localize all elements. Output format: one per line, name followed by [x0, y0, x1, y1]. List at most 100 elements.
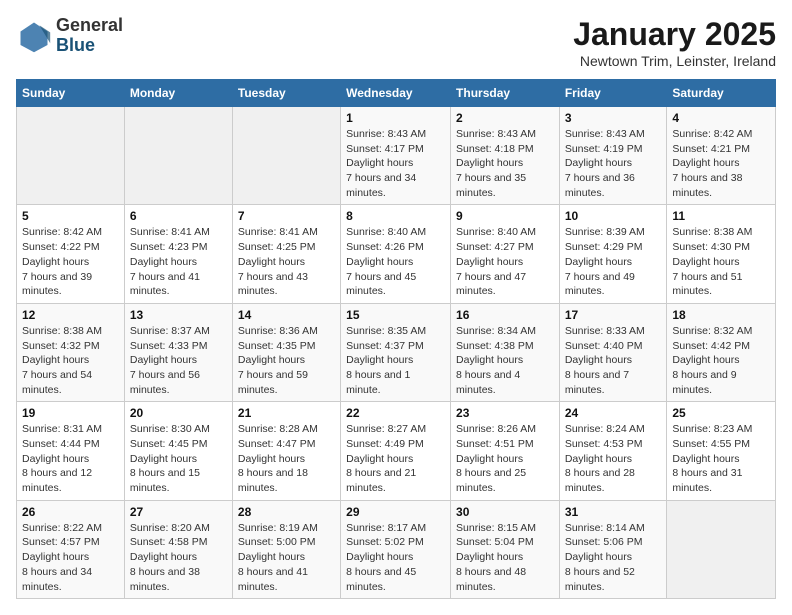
calendar-cell: 13 Sunrise: 8:37 AM Sunset: 4:33 PM Dayl… [124, 303, 232, 401]
day-number: 6 [130, 209, 227, 223]
day-number: 24 [565, 406, 662, 420]
day-info: Sunrise: 8:36 AM Sunset: 4:35 PM Dayligh… [238, 324, 335, 397]
day-info: Sunrise: 8:20 AM Sunset: 4:58 PM Dayligh… [130, 521, 227, 594]
calendar-cell: 26 Sunrise: 8:22 AM Sunset: 4:57 PM Dayl… [17, 500, 125, 598]
logo-blue-text: Blue [56, 36, 123, 56]
calendar-cell: 29 Sunrise: 8:17 AM Sunset: 5:02 PM Dayl… [341, 500, 451, 598]
day-number: 2 [456, 111, 554, 125]
day-number: 17 [565, 308, 662, 322]
day-info: Sunrise: 8:34 AM Sunset: 4:38 PM Dayligh… [456, 324, 554, 397]
day-info: Sunrise: 8:24 AM Sunset: 4:53 PM Dayligh… [565, 422, 662, 495]
calendar-cell: 4 Sunrise: 8:42 AM Sunset: 4:21 PM Dayli… [667, 107, 776, 205]
day-info: Sunrise: 8:43 AM Sunset: 4:19 PM Dayligh… [565, 127, 662, 200]
day-number: 31 [565, 505, 662, 519]
day-info: Sunrise: 8:43 AM Sunset: 4:18 PM Dayligh… [456, 127, 554, 200]
day-info: Sunrise: 8:40 AM Sunset: 4:26 PM Dayligh… [346, 225, 445, 298]
calendar-cell: 5 Sunrise: 8:42 AM Sunset: 4:22 PM Dayli… [17, 205, 125, 303]
logo: General Blue [16, 16, 123, 56]
day-info: Sunrise: 8:41 AM Sunset: 4:25 PM Dayligh… [238, 225, 335, 298]
day-number: 5 [22, 209, 119, 223]
calendar-cell: 21 Sunrise: 8:28 AM Sunset: 4:47 PM Dayl… [232, 402, 340, 500]
calendar-cell: 31 Sunrise: 8:14 AM Sunset: 5:06 PM Dayl… [559, 500, 667, 598]
day-info: Sunrise: 8:32 AM Sunset: 4:42 PM Dayligh… [672, 324, 770, 397]
calendar-cell: 9 Sunrise: 8:40 AM Sunset: 4:27 PM Dayli… [451, 205, 560, 303]
day-info: Sunrise: 8:28 AM Sunset: 4:47 PM Dayligh… [238, 422, 335, 495]
calendar-cell: 14 Sunrise: 8:36 AM Sunset: 4:35 PM Dayl… [232, 303, 340, 401]
day-number: 18 [672, 308, 770, 322]
day-number: 29 [346, 505, 445, 519]
calendar-cell: 18 Sunrise: 8:32 AM Sunset: 4:42 PM Dayl… [667, 303, 776, 401]
day-info: Sunrise: 8:38 AM Sunset: 4:30 PM Dayligh… [672, 225, 770, 298]
day-number: 1 [346, 111, 445, 125]
weekday-header-tuesday: Tuesday [232, 80, 340, 107]
day-number: 13 [130, 308, 227, 322]
calendar-cell: 22 Sunrise: 8:27 AM Sunset: 4:49 PM Dayl… [341, 402, 451, 500]
weekday-header-monday: Monday [124, 80, 232, 107]
calendar-cell: 17 Sunrise: 8:33 AM Sunset: 4:40 PM Dayl… [559, 303, 667, 401]
day-number: 23 [456, 406, 554, 420]
day-info: Sunrise: 8:23 AM Sunset: 4:55 PM Dayligh… [672, 422, 770, 495]
calendar-header: SundayMondayTuesdayWednesdayThursdayFrid… [17, 80, 776, 107]
calendar-body: 1 Sunrise: 8:43 AM Sunset: 4:17 PM Dayli… [17, 107, 776, 599]
day-info: Sunrise: 8:30 AM Sunset: 4:45 PM Dayligh… [130, 422, 227, 495]
day-number: 30 [456, 505, 554, 519]
day-number: 26 [22, 505, 119, 519]
calendar-cell: 12 Sunrise: 8:38 AM Sunset: 4:32 PM Dayl… [17, 303, 125, 401]
day-number: 10 [565, 209, 662, 223]
day-info: Sunrise: 8:27 AM Sunset: 4:49 PM Dayligh… [346, 422, 445, 495]
calendar-cell: 11 Sunrise: 8:38 AM Sunset: 4:30 PM Dayl… [667, 205, 776, 303]
day-info: Sunrise: 8:42 AM Sunset: 4:22 PM Dayligh… [22, 225, 119, 298]
calendar-cell: 1 Sunrise: 8:43 AM Sunset: 4:17 PM Dayli… [341, 107, 451, 205]
weekday-header-wednesday: Wednesday [341, 80, 451, 107]
calendar-cell: 6 Sunrise: 8:41 AM Sunset: 4:23 PM Dayli… [124, 205, 232, 303]
month-title: January 2025 [573, 16, 776, 53]
day-number: 14 [238, 308, 335, 322]
calendar-cell [124, 107, 232, 205]
day-number: 7 [238, 209, 335, 223]
logo-text: General Blue [56, 16, 123, 56]
calendar-cell: 3 Sunrise: 8:43 AM Sunset: 4:19 PM Dayli… [559, 107, 667, 205]
day-info: Sunrise: 8:40 AM Sunset: 4:27 PM Dayligh… [456, 225, 554, 298]
day-number: 11 [672, 209, 770, 223]
day-number: 19 [22, 406, 119, 420]
calendar-cell: 7 Sunrise: 8:41 AM Sunset: 4:25 PM Dayli… [232, 205, 340, 303]
logo-icon [16, 18, 52, 54]
day-number: 21 [238, 406, 335, 420]
day-number: 15 [346, 308, 445, 322]
day-number: 16 [456, 308, 554, 322]
location: Newtown Trim, Leinster, Ireland [573, 53, 776, 69]
calendar-cell: 8 Sunrise: 8:40 AM Sunset: 4:26 PM Dayli… [341, 205, 451, 303]
day-number: 4 [672, 111, 770, 125]
calendar-cell: 16 Sunrise: 8:34 AM Sunset: 4:38 PM Dayl… [451, 303, 560, 401]
day-info: Sunrise: 8:19 AM Sunset: 5:00 PM Dayligh… [238, 521, 335, 594]
calendar-cell: 2 Sunrise: 8:43 AM Sunset: 4:18 PM Dayli… [451, 107, 560, 205]
day-number: 25 [672, 406, 770, 420]
day-info: Sunrise: 8:26 AM Sunset: 4:51 PM Dayligh… [456, 422, 554, 495]
calendar-week-row: 5 Sunrise: 8:42 AM Sunset: 4:22 PM Dayli… [17, 205, 776, 303]
calendar-week-row: 26 Sunrise: 8:22 AM Sunset: 4:57 PM Dayl… [17, 500, 776, 598]
day-info: Sunrise: 8:38 AM Sunset: 4:32 PM Dayligh… [22, 324, 119, 397]
day-number: 3 [565, 111, 662, 125]
day-info: Sunrise: 8:37 AM Sunset: 4:33 PM Dayligh… [130, 324, 227, 397]
day-number: 28 [238, 505, 335, 519]
title-block: January 2025 Newtown Trim, Leinster, Ire… [573, 16, 776, 69]
day-info: Sunrise: 8:22 AM Sunset: 4:57 PM Dayligh… [22, 521, 119, 594]
calendar-cell: 24 Sunrise: 8:24 AM Sunset: 4:53 PM Dayl… [559, 402, 667, 500]
calendar-cell: 28 Sunrise: 8:19 AM Sunset: 5:00 PM Dayl… [232, 500, 340, 598]
day-info: Sunrise: 8:39 AM Sunset: 4:29 PM Dayligh… [565, 225, 662, 298]
day-number: 27 [130, 505, 227, 519]
weekday-header-saturday: Saturday [667, 80, 776, 107]
calendar-cell: 23 Sunrise: 8:26 AM Sunset: 4:51 PM Dayl… [451, 402, 560, 500]
calendar-cell [667, 500, 776, 598]
page-header: General Blue January 2025 Newtown Trim, … [16, 16, 776, 69]
calendar-cell [232, 107, 340, 205]
day-info: Sunrise: 8:33 AM Sunset: 4:40 PM Dayligh… [565, 324, 662, 397]
weekday-header-row: SundayMondayTuesdayWednesdayThursdayFrid… [17, 80, 776, 107]
day-info: Sunrise: 8:35 AM Sunset: 4:37 PM Dayligh… [346, 324, 445, 397]
calendar-week-row: 12 Sunrise: 8:38 AM Sunset: 4:32 PM Dayl… [17, 303, 776, 401]
weekday-header-thursday: Thursday [451, 80, 560, 107]
calendar-cell: 10 Sunrise: 8:39 AM Sunset: 4:29 PM Dayl… [559, 205, 667, 303]
calendar-week-row: 1 Sunrise: 8:43 AM Sunset: 4:17 PM Dayli… [17, 107, 776, 205]
day-info: Sunrise: 8:41 AM Sunset: 4:23 PM Dayligh… [130, 225, 227, 298]
weekday-header-friday: Friday [559, 80, 667, 107]
